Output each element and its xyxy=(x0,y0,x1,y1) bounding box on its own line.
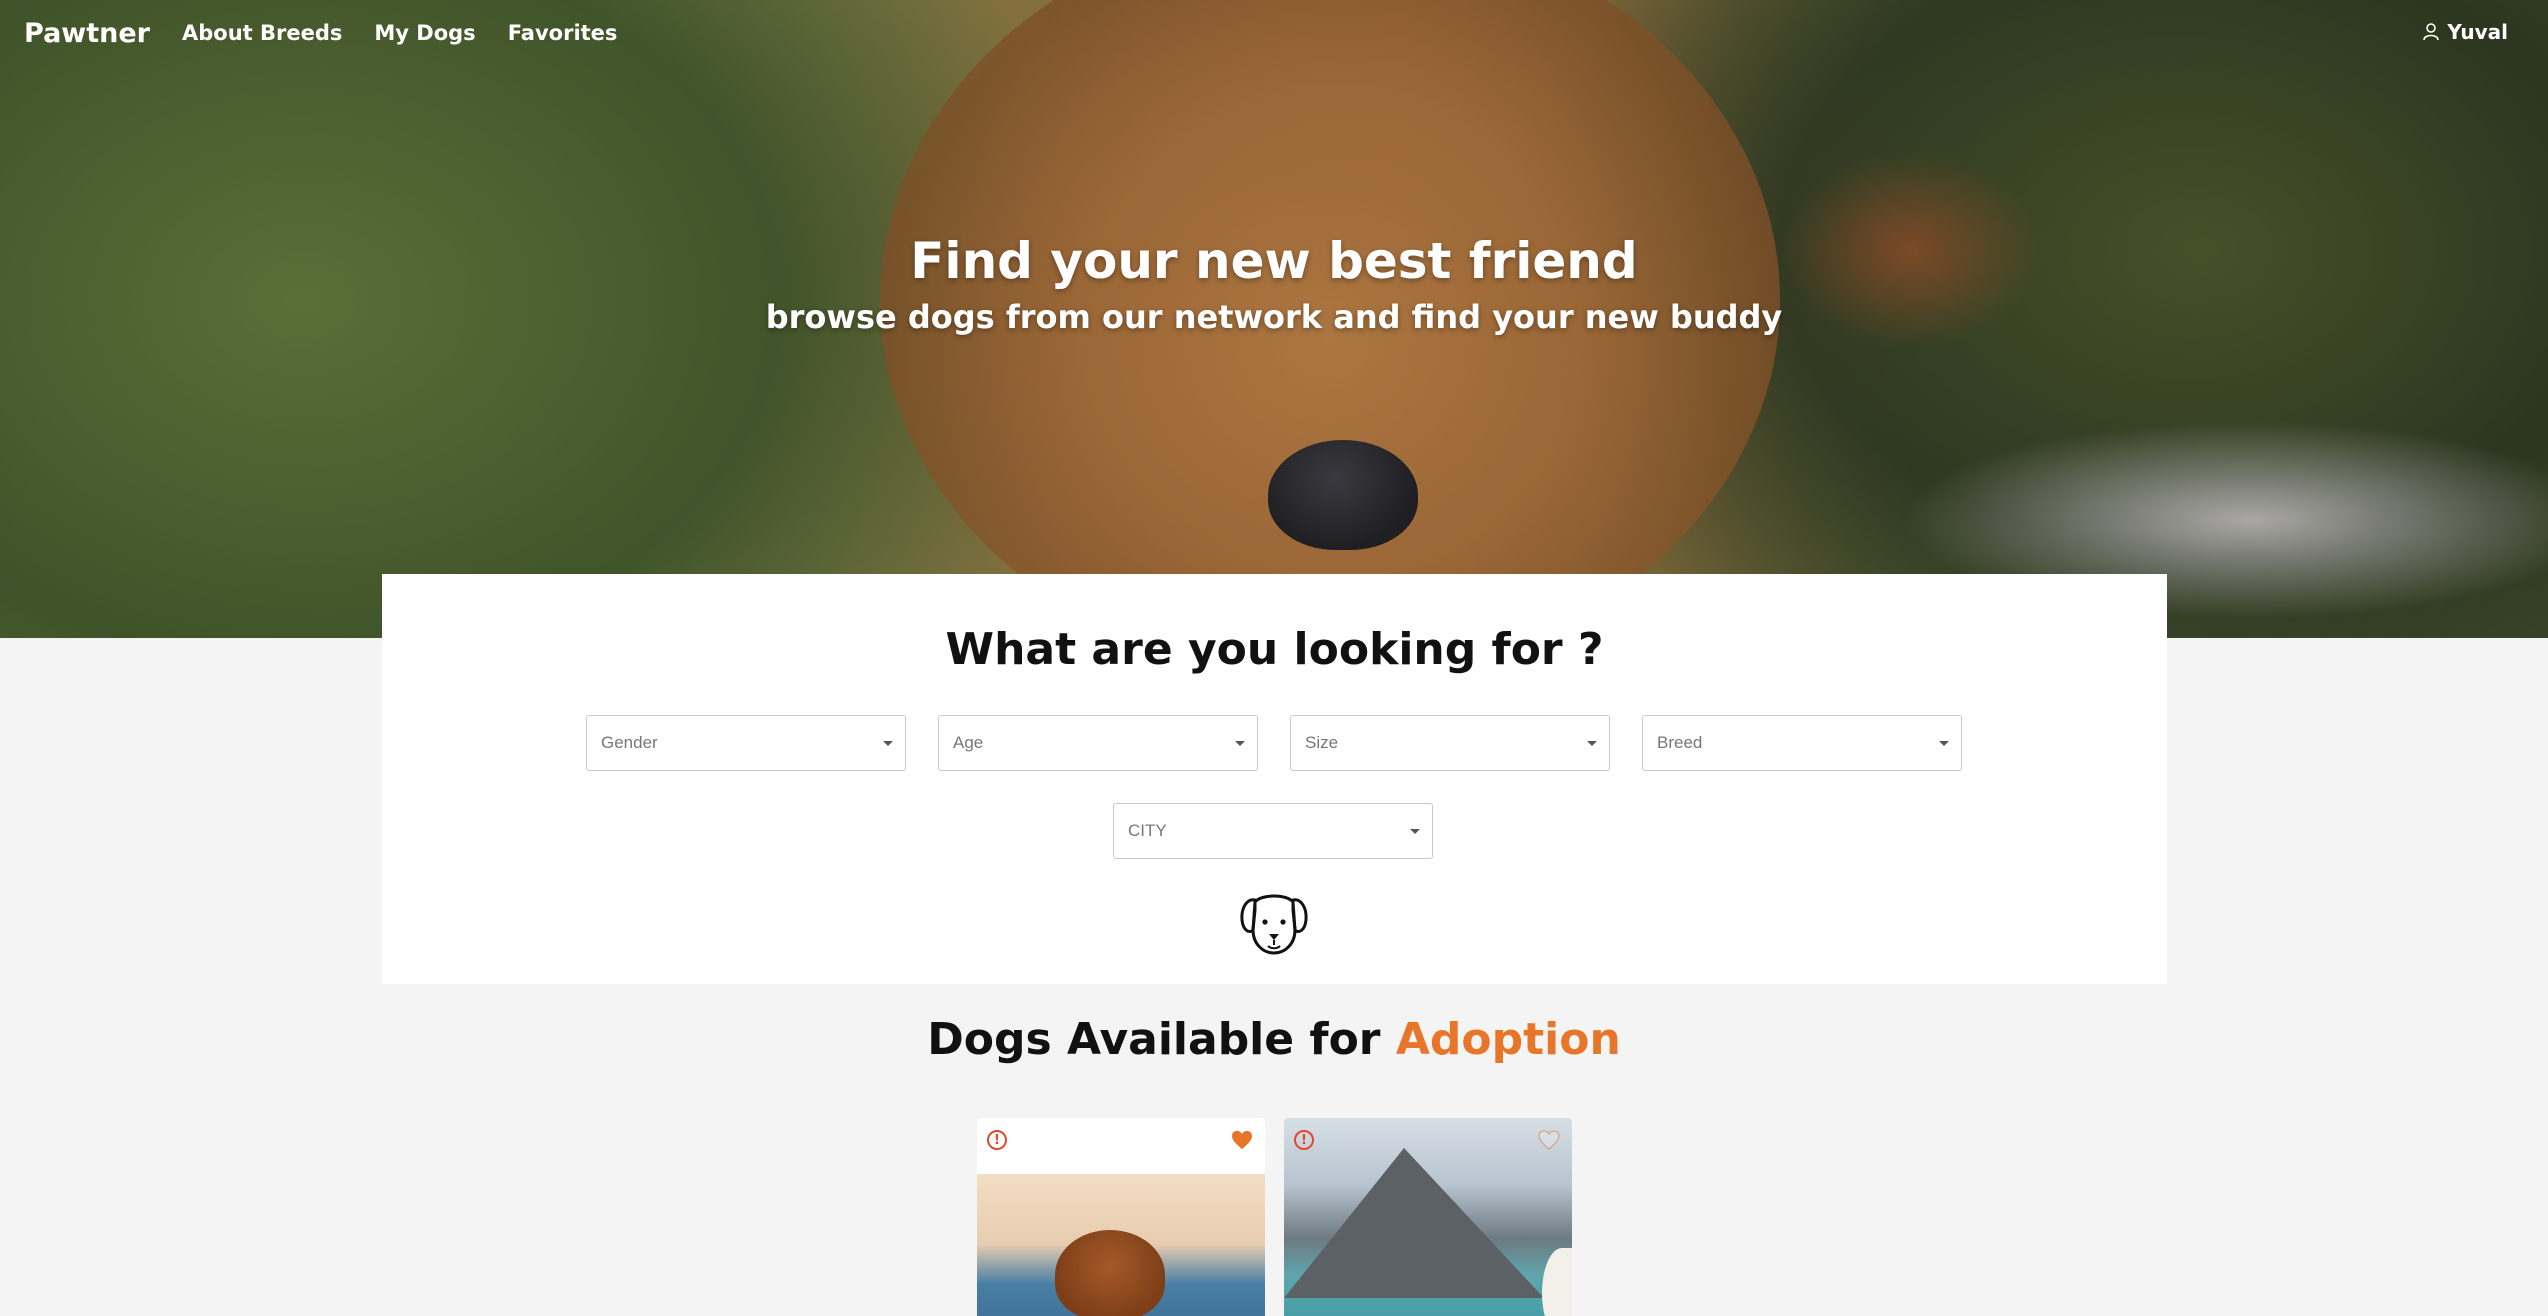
breed-select-value: Breed xyxy=(1657,733,1703,752)
alert-circle-icon[interactable]: ! xyxy=(1294,1130,1314,1150)
brand-logo[interactable]: Pawtner xyxy=(24,18,150,49)
hero-title: Find your new best friend xyxy=(910,232,1638,290)
nav-my-dogs[interactable]: My Dogs xyxy=(374,21,475,45)
chevron-down-icon xyxy=(1939,741,1949,746)
adoption-title: Dogs Available for Adoption xyxy=(0,1014,2548,1065)
chevron-down-icon xyxy=(1587,741,1597,746)
hero-subtitle: browse dogs from our network and find yo… xyxy=(765,298,1783,336)
dog-card[interactable]: ! xyxy=(977,1118,1265,1316)
city-select[interactable]: CITY xyxy=(1113,803,1433,859)
size-select[interactable]: Size xyxy=(1290,715,1610,771)
user-name: Yuval xyxy=(2447,20,2508,44)
search-title: What are you looking for ? xyxy=(945,624,1604,675)
city-select-value: CITY xyxy=(1128,821,1167,840)
user-icon xyxy=(2423,23,2440,41)
breed-select[interactable]: Breed xyxy=(1642,715,1962,771)
dog-card[interactable]: ! xyxy=(1284,1118,1572,1316)
alert-circle-icon[interactable]: ! xyxy=(987,1130,1007,1150)
heart-icon[interactable] xyxy=(1538,1130,1560,1150)
dog-photo-subject xyxy=(1055,1230,1165,1316)
chevron-down-icon xyxy=(1235,741,1245,746)
dog-face-icon[interactable] xyxy=(1239,890,1309,956)
user-menu[interactable]: Yuval xyxy=(2423,20,2508,44)
hero-dog-nose xyxy=(1268,440,1418,550)
adoption-title-accent: Adoption xyxy=(1395,1014,1621,1065)
size-select-value: Size xyxy=(1305,733,1339,752)
age-select[interactable]: Age xyxy=(938,715,1258,771)
top-navbar: Pawtner About Breeds My Dogs Favorites Y… xyxy=(0,0,2548,66)
photo-mountain xyxy=(1284,1148,1544,1298)
hero-banner: Find your new best friend browse dogs fr… xyxy=(0,0,2548,638)
chevron-down-icon xyxy=(1410,829,1420,834)
heart-icon[interactable] xyxy=(1231,1130,1253,1150)
adoption-title-prefix: Dogs Available for xyxy=(927,1014,1396,1065)
nav-favorites[interactable]: Favorites xyxy=(508,21,618,45)
age-select-value: Age xyxy=(953,733,984,752)
gender-select-value: Gender xyxy=(601,733,658,752)
search-panel: What are you looking for ? Gender Age Si… xyxy=(382,574,2167,984)
chevron-down-icon xyxy=(883,741,893,746)
gender-select[interactable]: Gender xyxy=(586,715,906,771)
nav-about-breeds[interactable]: About Breeds xyxy=(182,21,342,45)
